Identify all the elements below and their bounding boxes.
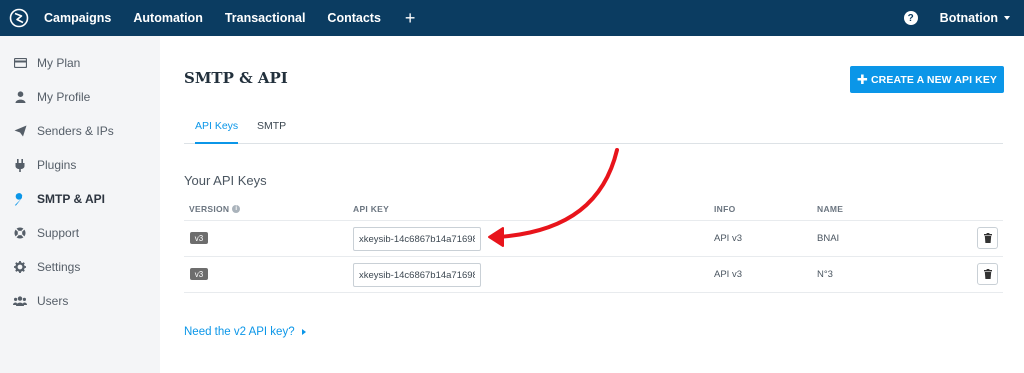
trash-icon xyxy=(983,269,992,279)
column-header-label: VERSION xyxy=(189,204,230,214)
sidebar-item-label: Plugins xyxy=(37,158,77,172)
sidebar-item-my-plan[interactable]: My Plan xyxy=(0,46,160,80)
page-title: SMTP & API xyxy=(184,69,288,87)
sidebar-item-support[interactable]: Support xyxy=(0,216,160,250)
help-icon[interactable]: ? xyxy=(903,11,918,25)
sidebar-item-label: Senders & IPs xyxy=(37,124,114,138)
version-badge: v3 xyxy=(190,268,208,280)
sidebar-item-label: Settings xyxy=(37,260,81,274)
name-cell: N°3 xyxy=(817,269,833,280)
section-title: Your API Keys xyxy=(184,173,267,188)
table-row: v3 API v3 BNAI xyxy=(184,221,1003,257)
settings-sidebar: My Plan My Profile Senders & IPs Plugins… xyxy=(0,36,160,373)
account-menu[interactable]: Botnation xyxy=(940,11,1010,25)
column-header-info: INFO xyxy=(714,204,736,214)
sidebar-item-label: My Plan xyxy=(37,56,81,70)
gear-icon xyxy=(13,260,27,274)
trash-icon xyxy=(983,233,992,243)
chevron-down-icon xyxy=(1004,16,1010,20)
account-name: Botnation xyxy=(939,11,998,25)
table-row: v3 API v3 N°3 xyxy=(184,257,1003,293)
sidebar-item-label: Users xyxy=(37,294,69,308)
add-menu-plus-icon[interactable]: + xyxy=(405,9,416,27)
v2-api-key-link-label: Need the v2 API key? xyxy=(184,326,295,338)
paper-plane-icon xyxy=(13,124,27,138)
sidebar-item-label: My Profile xyxy=(37,90,91,104)
v2-api-key-link[interactable]: Need the v2 API key? xyxy=(184,326,306,338)
name-cell: BNAI xyxy=(817,233,840,244)
sidebar-item-users[interactable]: Users xyxy=(0,284,160,318)
lifebuoy-icon xyxy=(13,226,27,240)
sidebar-item-my-profile[interactable]: My Profile xyxy=(0,80,160,114)
create-api-key-label: CREATE A NEW API KEY xyxy=(870,73,998,86)
api-key-field[interactable] xyxy=(353,227,481,251)
version-badge: v3 xyxy=(190,232,208,244)
column-header-version: VERSION i xyxy=(189,204,241,214)
chevron-right-icon xyxy=(301,329,306,335)
column-header-api-key: API KEY xyxy=(353,204,390,214)
main-content: SMTP & API ✚ CREATE A NEW API KEY API Ke… xyxy=(160,36,1024,373)
nav-campaigns[interactable]: Campaigns xyxy=(44,11,111,25)
sidebar-item-label: SMTP & API xyxy=(37,192,106,206)
sidebar-item-settings[interactable]: Settings xyxy=(0,250,160,284)
delete-key-button[interactable] xyxy=(977,263,998,285)
top-navbar: Campaigns Automation Transactional Conta… xyxy=(0,0,1024,36)
info-cell: API v3 xyxy=(714,233,742,244)
info-icon[interactable]: i xyxy=(232,205,241,213)
sidebar-item-senders-ips[interactable]: Senders & IPs xyxy=(0,114,160,148)
plus-icon: ✚ xyxy=(856,72,868,87)
sidebar-item-plugins[interactable]: Plugins xyxy=(0,148,160,182)
nav-automation[interactable]: Automation xyxy=(133,11,202,25)
delete-key-button[interactable] xyxy=(977,227,998,249)
nav-contacts[interactable]: Contacts xyxy=(327,11,380,25)
tabs: API Keys SMTP xyxy=(184,114,1003,144)
credit-card-icon xyxy=(13,56,27,70)
sidebar-item-label: Support xyxy=(37,226,80,240)
tab-smtp[interactable]: SMTP xyxy=(257,120,286,142)
plug-icon xyxy=(13,158,27,172)
sendinblue-logo-icon[interactable] xyxy=(8,7,30,29)
nav-transactional[interactable]: Transactional xyxy=(225,11,306,25)
column-header-name: NAME xyxy=(817,204,844,214)
sidebar-item-smtp-api[interactable]: SMTP & API xyxy=(0,182,160,216)
wrench-icon xyxy=(13,192,27,206)
tab-api-keys[interactable]: API Keys xyxy=(195,120,239,144)
users-icon xyxy=(13,294,27,308)
create-api-key-button[interactable]: ✚ CREATE A NEW API KEY xyxy=(850,66,1004,93)
api-key-field[interactable] xyxy=(353,263,481,287)
info-cell: API v3 xyxy=(714,269,742,280)
user-icon xyxy=(13,90,27,104)
